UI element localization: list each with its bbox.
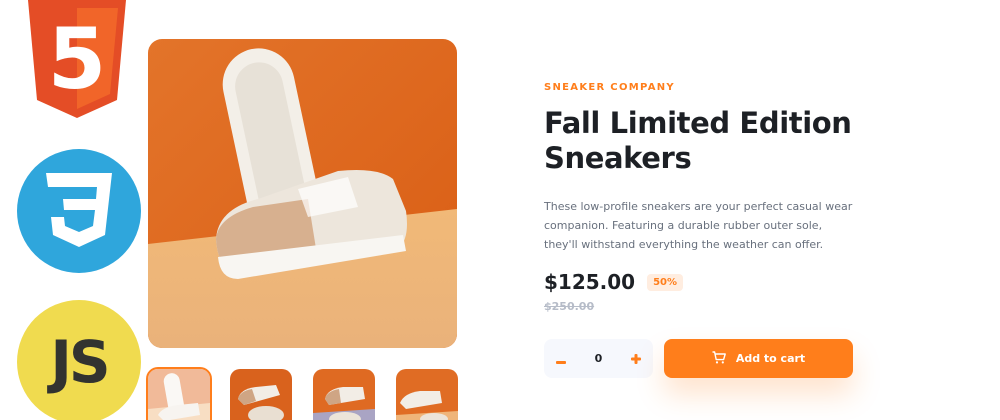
product-description: These low-profile sneakers are your perf… [544,200,853,251]
product-main-image[interactable] [148,39,457,348]
thumbnail-1[interactable] [146,367,212,420]
product-title: Fall Limited Edition Sneakers [544,106,852,175]
original-price: $250.00 [544,300,595,313]
discount-badge: 50% [647,273,684,291]
current-price: $125.00 [544,270,636,294]
css3-logo [17,149,141,273]
thumbnail-4[interactable] [396,369,458,420]
price-row: $125.00 50% [544,270,684,294]
html5-logo: 5 [28,0,126,118]
company-label: SNEAKER COMPANY [544,82,675,93]
minus-icon[interactable] [554,351,568,367]
add-to-cart-label: Add to cart [735,352,806,365]
quantity-stepper: 0 [544,339,653,378]
html5-logo-glyph: 5 [48,10,106,108]
quantity-value: 0 [594,352,603,365]
js-logo-text: JS [50,328,110,396]
cart-icon [712,350,726,367]
thumbnail-2[interactable] [230,369,292,420]
thumbnail-3[interactable] [313,369,375,420]
plus-icon[interactable] [629,351,643,367]
javascript-logo: JS [17,300,141,420]
add-to-cart-button[interactable]: Add to cart [664,339,853,378]
